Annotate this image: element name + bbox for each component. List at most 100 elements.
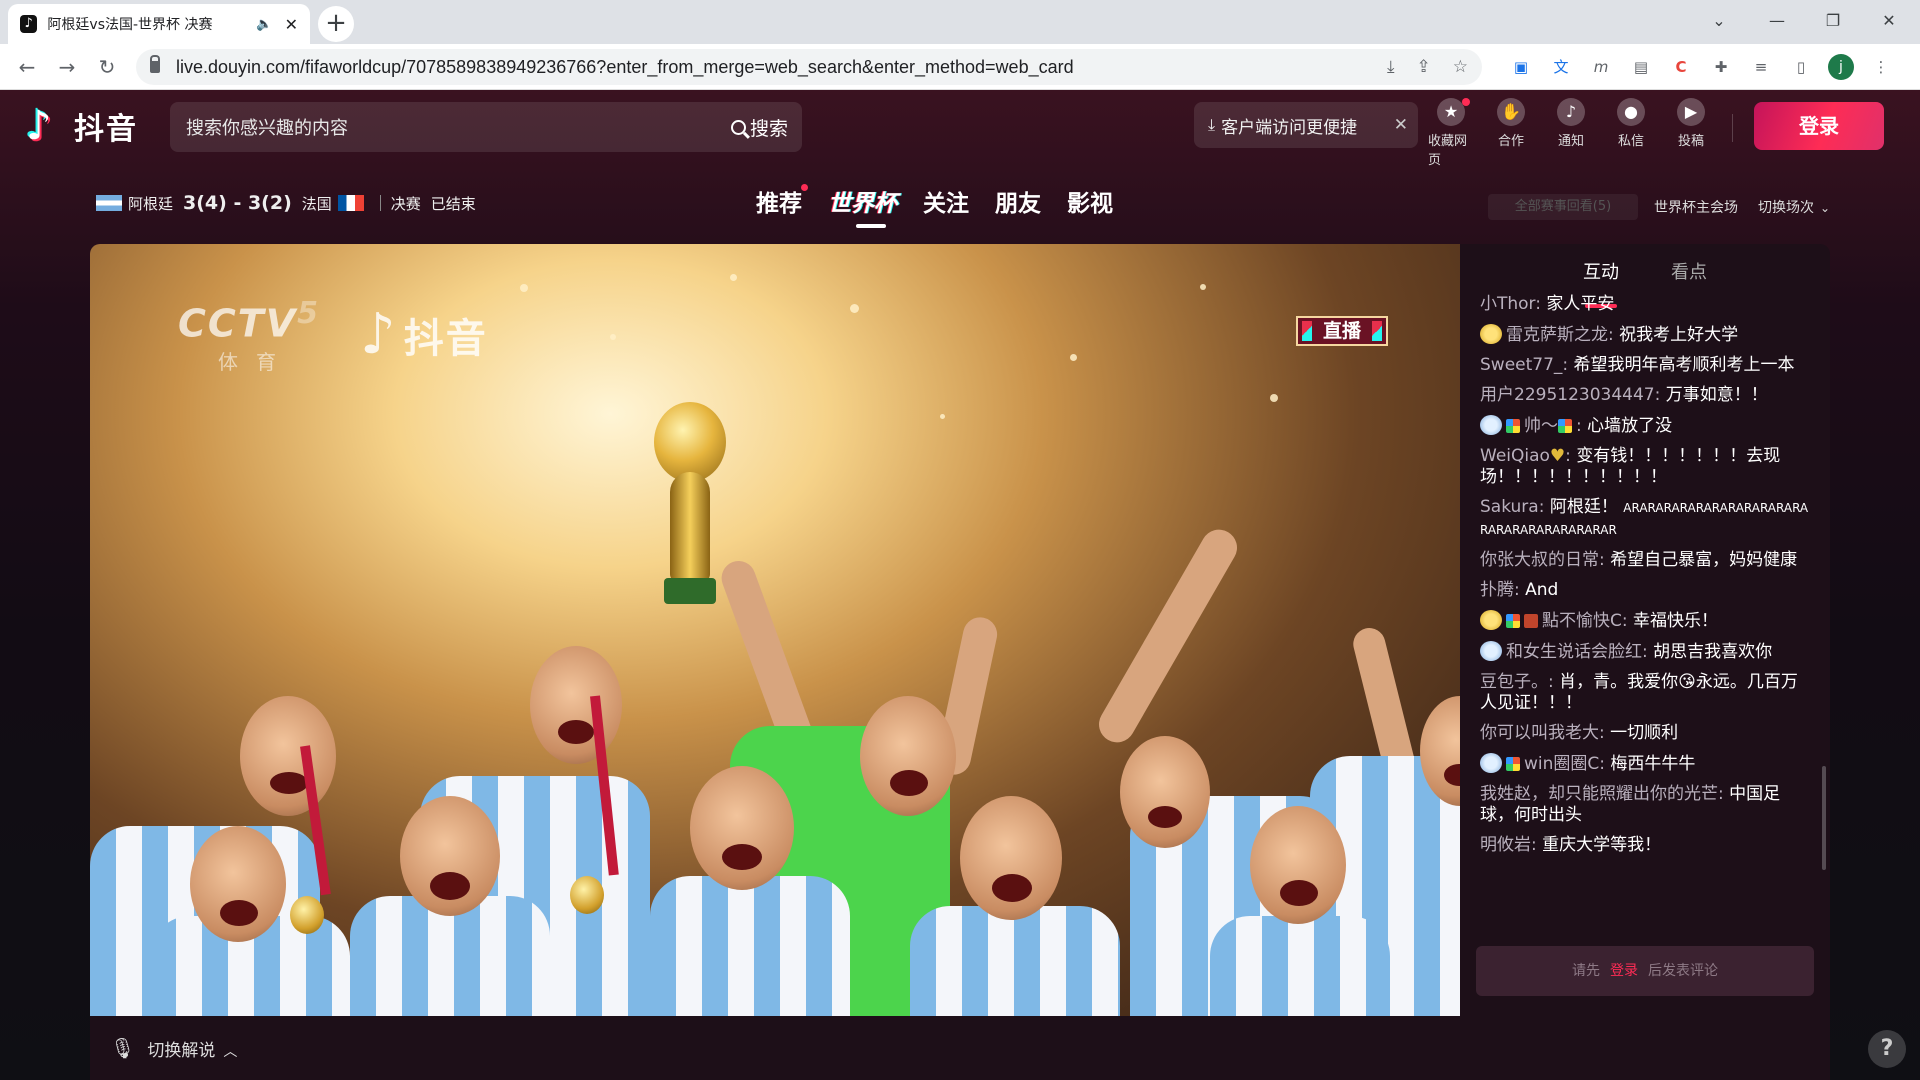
chevron-up-icon: ︿: [223, 1043, 238, 1060]
save-extension-icon[interactable]: ▣: [1508, 54, 1534, 80]
chat-message: 我姓赵，却只能照耀出你的光芒: 中国足球，何时出头: [1480, 784, 1814, 826]
douyin-logo[interactable]: ♪ 抖音: [26, 104, 138, 148]
profile-avatar[interactable]: j: [1828, 54, 1854, 80]
search-input[interactable]: 搜索你感兴趣的内容: [170, 114, 731, 140]
chat-username[interactable]: 用户2295123034447:: [1480, 385, 1660, 405]
chat-text: 祝我考上好大学: [1619, 325, 1739, 345]
speaker-icon[interactable]: 🔈: [256, 17, 272, 32]
level-badge-icon: [1480, 415, 1502, 435]
window-close-button[interactable]: ✕: [1866, 0, 1912, 40]
chat-username[interactable]: 扑腾:: [1480, 580, 1520, 600]
kebab-menu-icon[interactable]: ⋮: [1868, 54, 1894, 80]
tab-recommend-label: 推荐: [756, 191, 802, 217]
search-box[interactable]: 搜索你感兴趣的内容 搜索: [170, 102, 802, 152]
site-header: ♪ 抖音 搜索你感兴趣的内容 搜索 ⤓ 客户端访问更便捷 ✕ ★ 收藏网页 ✋ …: [0, 90, 1920, 168]
tab-follow[interactable]: 关注: [923, 184, 969, 224]
chat-message: 小Thor: 家人平安: [1480, 294, 1814, 315]
chat-message: win圈圈C: 梅西牛牛牛: [1480, 753, 1814, 775]
favorite-page-button[interactable]: ★ 收藏网页: [1428, 98, 1474, 168]
switch-commentary-button[interactable]: 切换解说 ︿: [147, 1036, 237, 1061]
notification-dot: [1462, 98, 1470, 106]
confetti: [1270, 394, 1278, 402]
chat-username[interactable]: WeiQiao: [1480, 446, 1550, 466]
mouth: [1148, 806, 1182, 828]
help-icon[interactable]: ?: [1868, 1030, 1906, 1068]
chat-username[interactable]: 明攸岩:: [1480, 835, 1537, 855]
url-text[interactable]: live.douyin.com/fifaworldcup/70785898389…: [176, 57, 1074, 78]
tab-video[interactable]: 影视: [1067, 184, 1113, 224]
player-face: [1250, 806, 1346, 924]
back-arrow-icon[interactable]: ←: [12, 52, 42, 82]
search-button[interactable]: 搜索: [730, 114, 802, 141]
translate-extension-icon[interactable]: 文: [1548, 54, 1574, 80]
browser-tab[interactable]: ♪ 阿根廷vs法国-世界杯 决赛 🔈 ✕: [8, 4, 310, 44]
chat-username[interactable]: Sakura:: [1480, 497, 1544, 517]
channel-number: 5: [297, 296, 320, 331]
cooperation-button[interactable]: ✋ 合作: [1488, 98, 1534, 168]
message-button[interactable]: ● 私信: [1608, 98, 1654, 168]
camera-icon: ▶: [1677, 98, 1705, 126]
chat-username[interactable]: 帅～: [1524, 416, 1558, 436]
home-team: 阿根廷: [128, 194, 174, 213]
logo-text: 抖音: [74, 112, 138, 147]
medal-icon: [290, 896, 324, 934]
confetti: [610, 334, 616, 340]
tab-interaction[interactable]: 互动: [1583, 258, 1619, 308]
tab-friends[interactable]: 朋友: [995, 184, 1041, 224]
media-control-icon[interactable]: ≡: [1748, 54, 1774, 80]
switch-match-dropdown[interactable]: 切换场次 ⌄: [1758, 197, 1830, 217]
chat-username[interactable]: 雷克萨斯之龙:: [1506, 325, 1614, 345]
c-extension-icon[interactable]: C: [1668, 54, 1694, 80]
chat-text: 一切顺利: [1610, 723, 1679, 743]
tab-highlights[interactable]: 看点: [1671, 258, 1707, 294]
comment-login-link[interactable]: 登录: [1610, 963, 1638, 979]
install-icon[interactable]: ⤓: [1387, 57, 1395, 77]
chat-message-list[interactable]: 小Thor: 家人平安 雷克萨斯之龙: 祝我考上好大学 Sweet77_: 希望…: [1480, 294, 1814, 964]
chat-scrollbar[interactable]: [1822, 766, 1826, 870]
comment-input[interactable]: 请先 登录 后发表评论: [1476, 946, 1814, 996]
browser-toolbar: ← → ↻ live.douyin.com/fifaworldcup/70785…: [0, 44, 1920, 90]
main-venue-link[interactable]: 世界杯主会场: [1654, 197, 1738, 217]
forward-arrow-icon[interactable]: →: [52, 52, 82, 82]
chat-text: 家人平安: [1546, 294, 1615, 314]
rainbow-badge-icon: [1558, 419, 1572, 433]
new-tab-button[interactable]: +: [318, 6, 354, 42]
notification-button[interactable]: ♪ 通知: [1548, 98, 1594, 168]
mouth: [722, 844, 762, 870]
share-icon[interactable]: ⇪: [1417, 57, 1431, 77]
tab-close-icon[interactable]: ✕: [285, 15, 298, 34]
client-download-banner[interactable]: ⤓ 客户端访问更便捷 ✕: [1194, 102, 1418, 148]
chat-username[interactable]: 豆包子。:: [1480, 672, 1554, 692]
side-panel-icon[interactable]: ▯: [1788, 54, 1814, 80]
tab-recommend[interactable]: 推荐: [756, 184, 808, 224]
chat-username[interactable]: 點不愉快C:: [1542, 611, 1628, 631]
bookmark-star-icon[interactable]: ☆: [1453, 57, 1468, 77]
login-button[interactable]: 登录: [1754, 102, 1884, 150]
chat-username[interactable]: 你张大叔的日常:: [1480, 550, 1605, 570]
m-extension-icon[interactable]: m: [1588, 54, 1614, 80]
card-extension-icon[interactable]: ▤: [1628, 54, 1654, 80]
live-video-player[interactable]: CCTV5 体育 ♪ 抖音 直播: [90, 244, 1460, 1016]
chat-username[interactable]: 小Thor:: [1480, 294, 1541, 314]
chat-username[interactable]: 你可以叫我老大:: [1480, 723, 1605, 743]
chat-username[interactable]: win圈圈C:: [1524, 754, 1605, 774]
rainbow-badge-icon: [1506, 419, 1520, 433]
tab-search-chevron-icon[interactable]: ⌄: [1696, 0, 1742, 40]
chat-text: 幸福快乐！: [1633, 611, 1719, 631]
upload-button[interactable]: ▶ 投稿: [1668, 98, 1714, 168]
replay-filter[interactable]: 全部赛事回看(5): [1488, 194, 1638, 220]
puzzle-extensions-icon[interactable]: ✚: [1708, 54, 1734, 80]
window-minimize-button[interactable]: —: [1754, 0, 1800, 40]
banner-close-icon[interactable]: ✕: [1394, 115, 1408, 135]
chat-username[interactable]: 我姓赵，却只能照耀出你的光芒:: [1480, 784, 1724, 804]
address-bar[interactable]: live.douyin.com/fifaworldcup/70785898389…: [136, 49, 1482, 85]
chat-username[interactable]: 和女生说话会脸红:: [1506, 642, 1648, 662]
lock-icon[interactable]: [150, 55, 160, 73]
douyin-note-icon: ♪: [26, 103, 52, 149]
match-score: 3(4) - 3(2): [183, 192, 292, 214]
tab-worldcup[interactable]: 世界杯: [828, 184, 897, 228]
reload-icon[interactable]: ↻: [92, 52, 122, 82]
chat-username[interactable]: Sweet77_:: [1480, 355, 1568, 375]
window-maximize-button[interactable]: ❐: [1810, 0, 1856, 40]
match-status: 已结束: [430, 194, 476, 213]
